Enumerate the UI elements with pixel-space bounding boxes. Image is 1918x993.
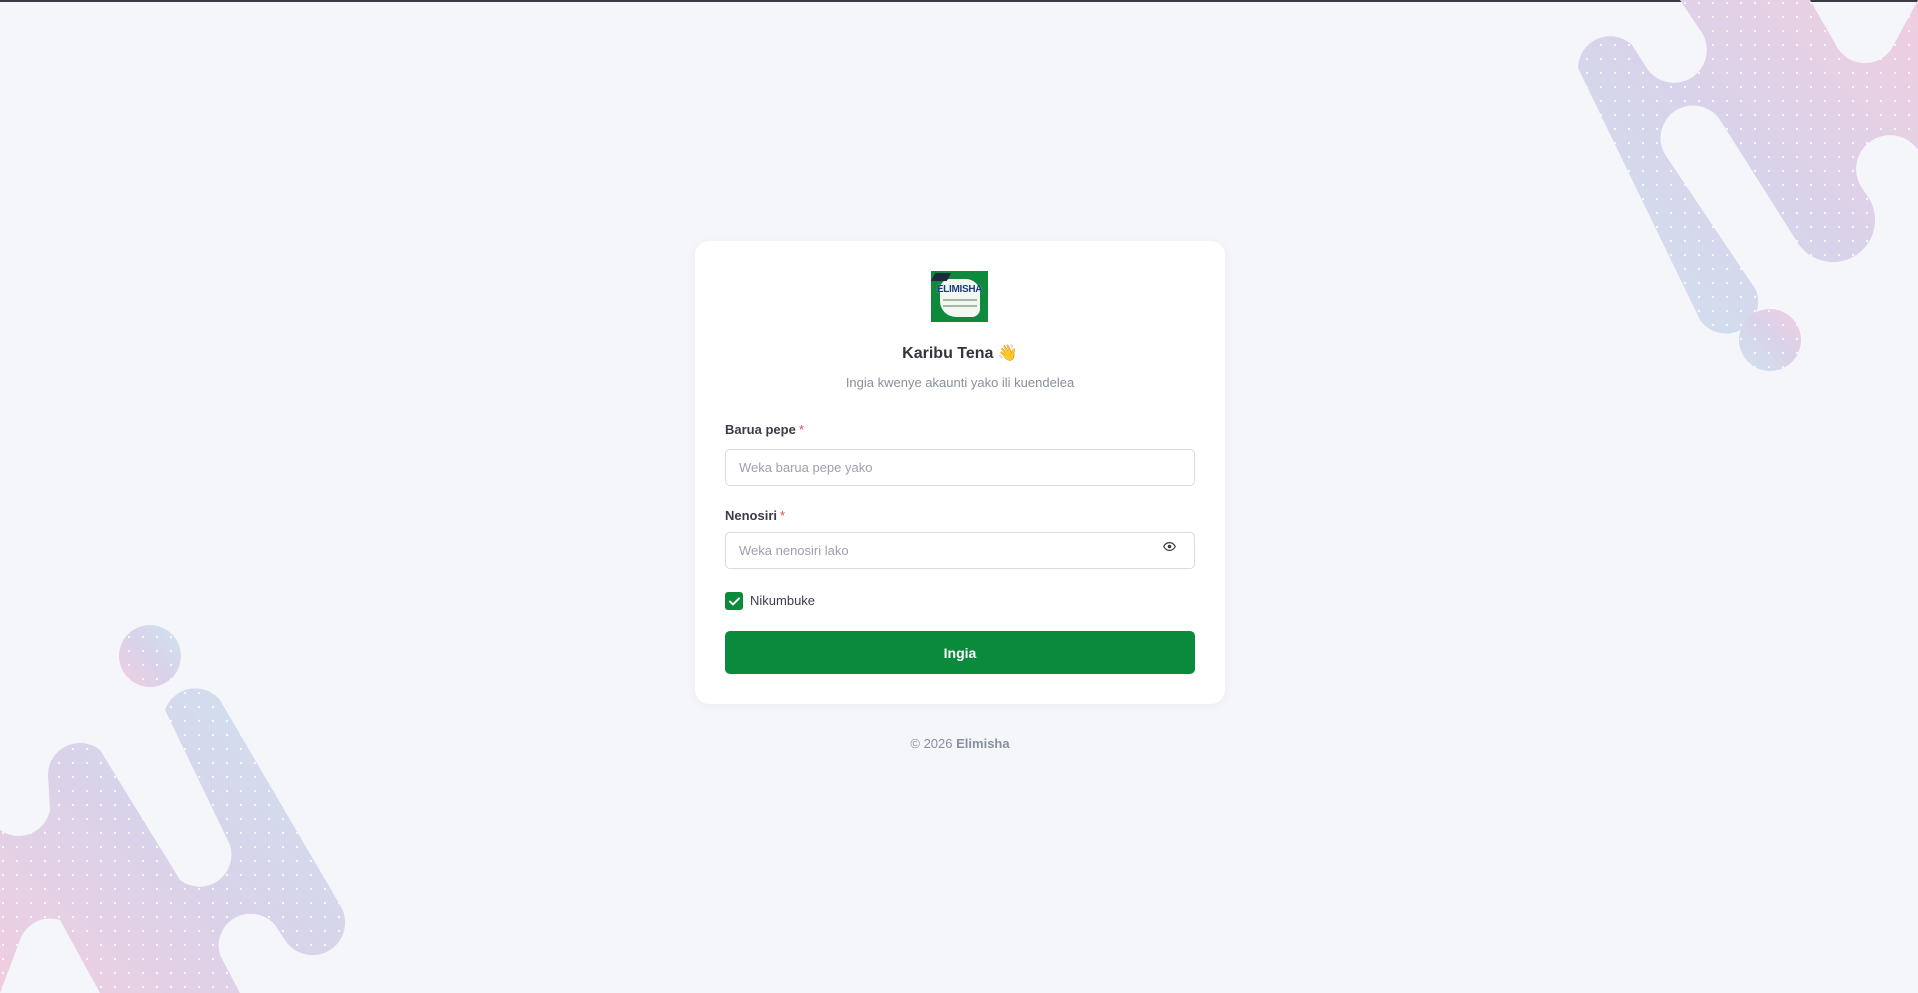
email-label: Barua pepe * bbox=[725, 422, 804, 437]
password-input[interactable] bbox=[725, 532, 1195, 569]
email-input[interactable] bbox=[725, 449, 1195, 486]
copyright-text: © 2026 bbox=[910, 736, 953, 751]
title-text: Karibu Tena bbox=[902, 345, 994, 362]
required-marker: * bbox=[798, 422, 804, 437]
checkmark-icon bbox=[728, 596, 740, 605]
password-label-text: Nenosiri bbox=[725, 508, 778, 523]
footer-brand: Elimisha bbox=[956, 736, 1010, 751]
logo-text: ELIMISHA bbox=[936, 284, 983, 295]
remember-me-checkbox[interactable] bbox=[725, 592, 743, 610]
page-title: Karibu Tena 👋 bbox=[695, 343, 1225, 363]
decorative-shapes-top-right bbox=[1578, 0, 1918, 371]
required-marker: * bbox=[780, 508, 786, 523]
top-border bbox=[0, 0, 1918, 2]
eye-icon[interactable] bbox=[1161, 538, 1177, 554]
footer: © 2026 Elimisha bbox=[695, 736, 1225, 751]
login-card: ELIMISHA Karibu Tena 👋 Ingia kwenye akau… bbox=[695, 241, 1225, 704]
remember-me-label[interactable]: Nikumbuke bbox=[750, 593, 815, 608]
decorative-shapes-bottom-left bbox=[0, 625, 346, 993]
logo-subtext-lines bbox=[943, 299, 977, 307]
waving-hand-icon: 👋 bbox=[997, 345, 1018, 362]
email-label-text: Barua pepe bbox=[725, 422, 796, 437]
elimisha-logo: ELIMISHA bbox=[931, 271, 988, 322]
page-subtitle: Ingia kwenye akaunti yako ili kuendelea bbox=[845, 375, 1075, 390]
login-button[interactable]: Ingia bbox=[725, 631, 1195, 674]
password-label: Nenosiri * bbox=[725, 508, 785, 523]
